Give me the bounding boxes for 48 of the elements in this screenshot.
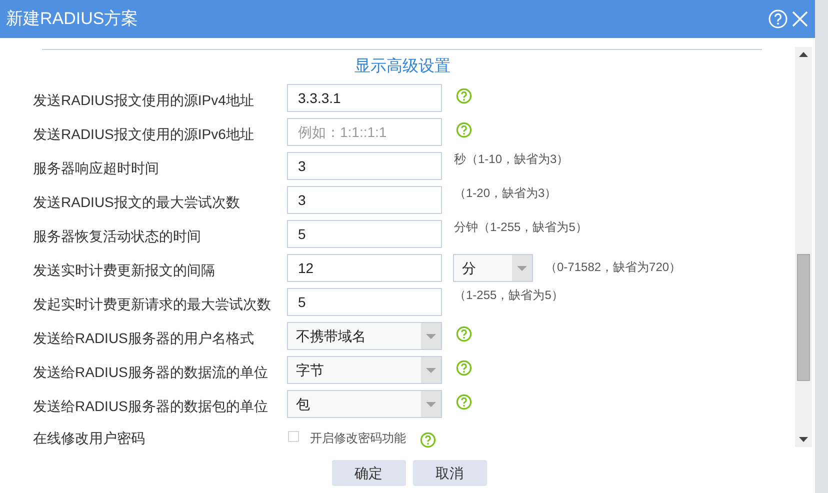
scrollbar[interactable]	[795, 47, 812, 447]
checkbox-label[interactable]: 开启修改密码功能	[310, 429, 406, 447]
text-field[interactable]: 12	[287, 254, 442, 282]
text-field[interactable]: 3	[287, 186, 442, 214]
field-label: 服务器恢复活动状态的时间	[33, 227, 202, 246]
field-label: 发送RADIUS报文使用的源IPv6地址	[33, 125, 255, 144]
unit-dropdown[interactable]: 分	[453, 254, 533, 282]
help-icon[interactable]	[456, 360, 472, 376]
hint-text: 秒（1-10，缺省为3）	[454, 151, 569, 168]
help-icon[interactable]	[456, 122, 472, 138]
text-field[interactable]: 5	[287, 288, 442, 316]
field-label: 发送给RADIUS服务器的数据包的单位	[33, 397, 269, 416]
text-field[interactable]: 例如：1:1::1:1	[287, 118, 442, 146]
cancel-button[interactable]: 取消	[412, 460, 486, 486]
close-icon[interactable]	[791, 10, 809, 28]
field-label: 发送给RADIUS服务器的用户名格式	[33, 329, 255, 348]
dropdown[interactable]: 包	[287, 390, 442, 418]
field-label: 在线修改用户密码	[33, 429, 146, 448]
scroll-up-icon[interactable]	[799, 52, 808, 57]
hint-text: （1-20，缺省为3）	[454, 185, 557, 202]
hint-text: （0-71582，缺省为720）	[545, 259, 682, 276]
field-label: 发起实时计费更新请求的最大尝试次数	[33, 295, 272, 314]
field-label: 服务器响应超时时间	[33, 159, 160, 178]
help-icon[interactable]	[456, 88, 472, 104]
field-label: 发送RADIUS报文的最大尝试次数	[33, 193, 241, 212]
text-field[interactable]: 5	[287, 220, 442, 248]
checkbox[interactable]	[288, 431, 299, 442]
hint-text: （1-255，缺省为5）	[454, 287, 564, 304]
help-icon[interactable]	[456, 326, 472, 342]
dropdown-arrow-icon	[426, 402, 436, 406]
field-label: 发送RADIUS报文使用的源IPv4地址	[33, 91, 255, 110]
scrollbar-thumb[interactable]	[797, 254, 810, 381]
text-field[interactable]: 3	[287, 152, 442, 180]
dropdown-arrow-icon	[426, 334, 436, 338]
text-field[interactable]: 3.3.3.1	[287, 84, 442, 112]
hint-text: 分钟（1-255，缺省为5）	[454, 219, 588, 236]
window-title: 新建RADIUS方案	[6, 8, 138, 30]
advanced-settings-link[interactable]: 显示高级设置	[344, 55, 450, 79]
scroll-down-icon[interactable]	[799, 437, 808, 442]
confirm-button[interactable]: 确定	[332, 460, 406, 486]
help-icon[interactable]	[420, 432, 436, 448]
dropdown-arrow-icon	[517, 266, 527, 270]
dropdown[interactable]: 不携带域名	[287, 322, 442, 350]
field-label: 发送实时计费更新报文的间隔	[33, 261, 216, 280]
dropdown[interactable]: 字节	[287, 356, 442, 384]
help-icon[interactable]	[456, 394, 472, 410]
dropdown-arrow-icon	[426, 368, 436, 372]
field-label: 发送给RADIUS服务器的数据流的单位	[33, 363, 269, 382]
